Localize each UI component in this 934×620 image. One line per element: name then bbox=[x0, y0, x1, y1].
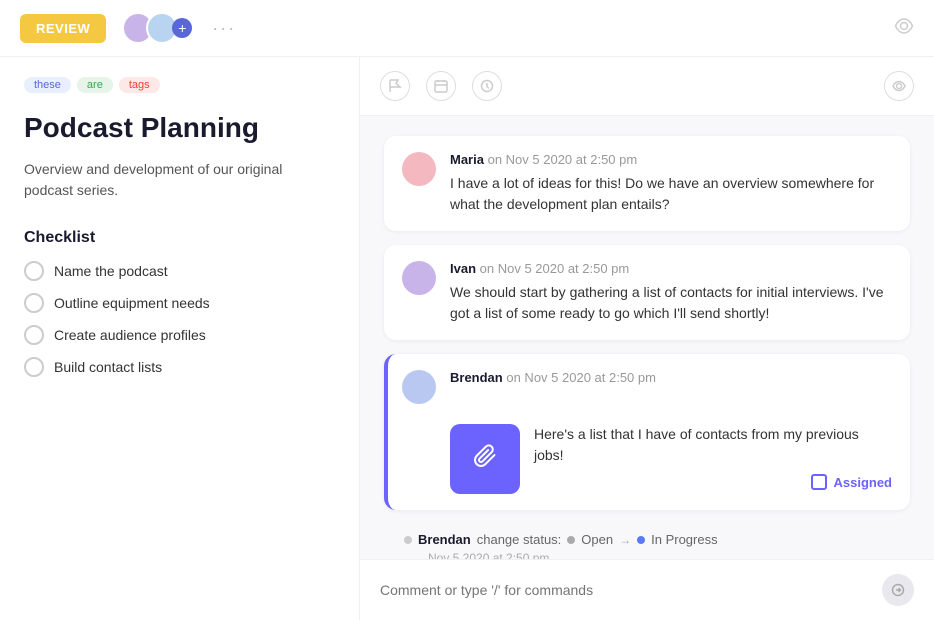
status-change: Brendan change status: Open → In Progres… bbox=[384, 524, 910, 559]
status-from: Open bbox=[581, 532, 613, 547]
checklist-title: Checklist bbox=[24, 229, 335, 247]
review-button[interactable]: REVIEW bbox=[20, 14, 106, 43]
right-panel: Maria on Nov 5 2020 at 2:50 pm I have a … bbox=[360, 57, 934, 620]
view-icon[interactable] bbox=[884, 71, 914, 101]
comment-maria-header: Maria on Nov 5 2020 at 2:50 pm bbox=[450, 152, 892, 167]
comment-ivan-author: Ivan bbox=[450, 261, 476, 276]
status-to: In Progress bbox=[651, 532, 717, 547]
paperclip-icon bbox=[473, 444, 497, 474]
clock-icon[interactable] bbox=[472, 71, 502, 101]
checkbox-3[interactable] bbox=[24, 325, 44, 345]
header-right-icons bbox=[894, 16, 914, 41]
checklist-item-3: Create audience profiles bbox=[24, 325, 335, 345]
comment-maria-body: Maria on Nov 5 2020 at 2:50 pm I have a … bbox=[450, 152, 892, 215]
status-bullet bbox=[404, 536, 412, 544]
comment-maria-author: Maria bbox=[450, 152, 484, 167]
tag-tags[interactable]: tags bbox=[119, 77, 160, 93]
tags-row: these are tags bbox=[24, 77, 335, 93]
comment-brendan-body: Brendan on Nov 5 2020 at 2:50 pm bbox=[450, 370, 656, 391]
main-content: these are tags Podcast Planning Overview… bbox=[0, 57, 934, 620]
status-action: change status: bbox=[477, 532, 562, 547]
comment-brendan-timestamp: on Nov 5 2020 at 2:50 pm bbox=[506, 370, 656, 385]
page-title: Podcast Planning bbox=[24, 111, 335, 145]
avatar-maria bbox=[402, 152, 436, 186]
comment-input-area bbox=[360, 559, 934, 620]
right-toolbar bbox=[360, 57, 934, 116]
checklist-label-2: Outline equipment needs bbox=[54, 295, 210, 311]
comment-brendan: Brendan on Nov 5 2020 at 2:50 pm bbox=[384, 354, 910, 510]
tag-these[interactable]: these bbox=[24, 77, 71, 93]
comments-area: Maria on Nov 5 2020 at 2:50 pm I have a … bbox=[360, 116, 934, 559]
attachment-button[interactable] bbox=[450, 424, 520, 494]
comment-maria: Maria on Nov 5 2020 at 2:50 pm I have a … bbox=[384, 136, 910, 231]
comment-maria-timestamp: on Nov 5 2020 at 2:50 pm bbox=[488, 152, 638, 167]
status-row: Brendan change status: Open → In Progres… bbox=[404, 532, 910, 547]
checkbox-1[interactable] bbox=[24, 261, 44, 281]
assigned-checkbox[interactable] bbox=[811, 474, 827, 490]
calendar-icon[interactable] bbox=[426, 71, 456, 101]
left-panel: these are tags Podcast Planning Overview… bbox=[0, 57, 360, 620]
status-author: Brendan bbox=[418, 532, 471, 547]
checklist-item-4: Build contact lists bbox=[24, 357, 335, 377]
add-member-button[interactable]: + bbox=[172, 18, 192, 38]
flag-icon[interactable] bbox=[380, 71, 410, 101]
assigned-label: Assigned bbox=[833, 475, 892, 490]
tag-are[interactable]: are bbox=[77, 77, 113, 93]
avatars-group: + bbox=[122, 12, 192, 44]
assigned-row: Assigned bbox=[534, 474, 892, 490]
comment-brendan-header: Brendan on Nov 5 2020 at 2:50 pm bbox=[450, 370, 656, 385]
checklist-label-4: Build contact lists bbox=[54, 359, 162, 375]
comment-input[interactable] bbox=[380, 582, 872, 598]
avatar-ivan bbox=[402, 261, 436, 295]
comment-ivan-header: Ivan on Nov 5 2020 at 2:50 pm bbox=[450, 261, 892, 276]
status-timestamp: Nov 5 2020 at 2:50 pm bbox=[428, 551, 910, 559]
comment-ivan-body: Ivan on Nov 5 2020 at 2:50 pm We should … bbox=[450, 261, 892, 324]
status-open-dot bbox=[567, 536, 575, 544]
checkbox-2[interactable] bbox=[24, 293, 44, 313]
checkbox-4[interactable] bbox=[24, 357, 44, 377]
comment-brendan-text: Here's a list that I have of contacts fr… bbox=[534, 424, 892, 466]
send-button[interactable] bbox=[882, 574, 914, 606]
eye-icon[interactable] bbox=[894, 16, 914, 41]
comment-maria-text: I have a lot of ideas for this! Do we ha… bbox=[450, 173, 892, 215]
checklist-item-1: Name the podcast bbox=[24, 261, 335, 281]
checklist-item-2: Outline equipment needs bbox=[24, 293, 335, 313]
comment-ivan-timestamp: on Nov 5 2020 at 2:50 pm bbox=[480, 261, 630, 276]
status-arrow: → bbox=[619, 533, 631, 547]
comment-brendan-author: Brendan bbox=[450, 370, 503, 385]
checklist-label-3: Create audience profiles bbox=[54, 327, 206, 343]
status-inprogress-dot bbox=[637, 536, 645, 544]
page-description: Overview and development of our original… bbox=[24, 159, 335, 201]
comment-ivan: Ivan on Nov 5 2020 at 2:50 pm We should … bbox=[384, 245, 910, 340]
checklist-label-1: Name the podcast bbox=[54, 263, 168, 279]
more-options-button[interactable]: ··· bbox=[212, 18, 236, 39]
avatar-brendan bbox=[402, 370, 436, 404]
brendan-card-inner: Brendan on Nov 5 2020 at 2:50 pm bbox=[402, 370, 656, 404]
comment-ivan-text: We should start by gathering a list of c… bbox=[450, 282, 892, 324]
app-header: REVIEW + ··· bbox=[0, 0, 934, 57]
